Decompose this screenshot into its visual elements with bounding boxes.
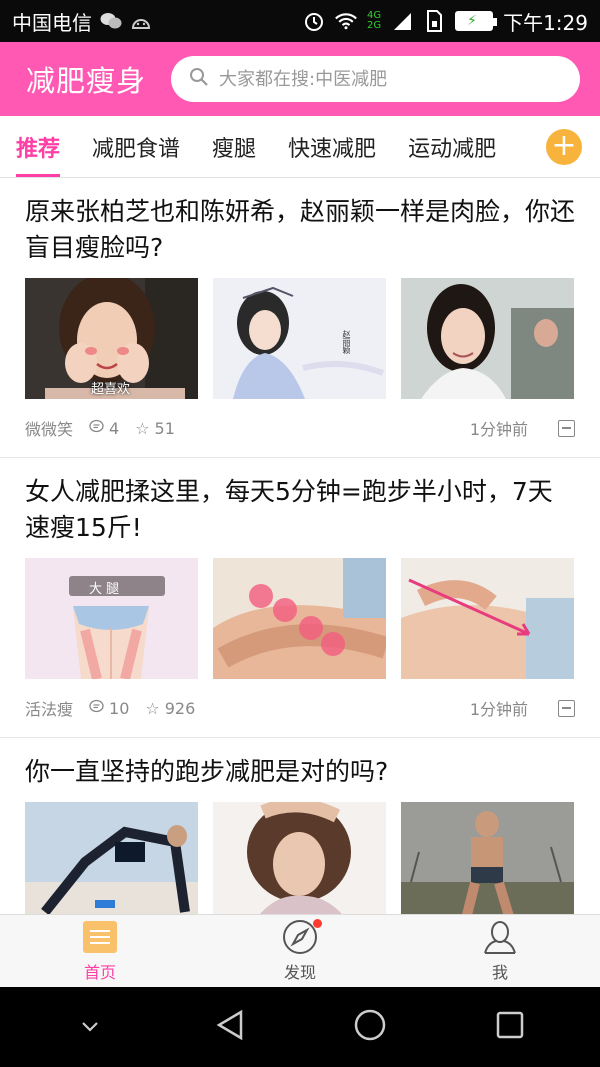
article-time: 1分钟前: [469, 420, 528, 439]
article-meta: 微微笑 4 ☆ 51 1分钟前: [25, 399, 575, 457]
chevron-down-icon: [80, 1018, 100, 1037]
star-icon: ☆: [135, 418, 150, 438]
article-image[interactable]: [213, 802, 386, 914]
notification-dot: [313, 919, 322, 928]
comment-icon: [89, 699, 104, 718]
article-image[interactable]: [213, 558, 386, 679]
add-category-button[interactable]: +: [546, 128, 582, 165]
app-title: 减肥瘦身: [26, 64, 147, 98]
carrier-name: 中国电信: [12, 10, 92, 35]
tabs-more-area: +: [520, 116, 600, 177]
article-thumbnails: 大 腿: [25, 558, 575, 679]
article-image[interactable]: 赵丽颖: [213, 278, 386, 399]
comment-count-value: 10: [109, 698, 130, 718]
favorite-count: ☆ 51: [135, 419, 175, 438]
tab-exercise-weight-loss[interactable]: 运动减肥: [392, 116, 512, 177]
system-navigation-bar: [0, 987, 600, 1067]
image-caption: 赵丽颖: [342, 330, 351, 354]
comment-icon: [89, 419, 104, 438]
app-header: 减肥瘦身: [0, 42, 600, 116]
category-tabs: 推荐 减肥食谱 瘦腿 快速减肥 运动减肥 +: [0, 116, 600, 178]
article-feed[interactable]: 原来张柏芝也和陈妍希，赵丽颖一样是肉脸，你还盲目瘦脸吗? 超喜欢 赵丽颖 微微笑…: [0, 178, 600, 914]
status-right: 4G 2G ⚡ 下午1:29: [303, 7, 588, 36]
image-caption: 大 腿: [89, 582, 120, 597]
clock: 下午1:29: [503, 10, 588, 35]
dismiss-article-button[interactable]: [558, 699, 575, 717]
search-bar[interactable]: [171, 56, 580, 102]
article-card[interactable]: 女人减肥揉这里，每天5分钟=跑步半小时，7天速瘦15斤! 大 腿 活法瘦 10 …: [0, 458, 600, 738]
article-image[interactable]: [401, 802, 574, 914]
article-source: 微微笑: [25, 420, 74, 439]
article-meta: 活法瘦 10 ☆ 926 1分钟前: [25, 679, 575, 737]
article-time: 1分钟前: [469, 700, 528, 719]
search-input[interactable]: [219, 68, 562, 90]
favorite-count-value: 51: [154, 418, 175, 438]
nav-home[interactable]: 首页: [0, 915, 200, 987]
status-bar: 中国电信 4G 2G ⚡ 下午1:29: [0, 0, 600, 42]
nav-me[interactable]: 我: [400, 915, 600, 987]
article-source: 活法瘦: [25, 700, 74, 719]
favorite-count-value: 926: [164, 698, 196, 718]
network-type: 4G 2G: [367, 11, 381, 31]
nav-home-label: 首页: [83, 963, 116, 982]
wechat-icon: [100, 10, 122, 32]
favorite-count: ☆ 926: [145, 699, 195, 718]
article-title[interactable]: 原来张柏芝也和陈妍希，赵丽颖一样是肉脸，你还盲目瘦脸吗?: [25, 178, 575, 266]
sim-icon: [423, 10, 445, 32]
article-thumbnails: 超喜欢 赵丽颖: [25, 278, 575, 399]
carrier-group: 中国电信: [12, 7, 152, 36]
android-icon: [130, 10, 152, 32]
recents-square-icon: [495, 1010, 525, 1044]
tab-recommended[interactable]: 推荐: [0, 116, 76, 177]
article-title[interactable]: 女人减肥揉这里，每天5分钟=跑步半小时，7天速瘦15斤!: [25, 458, 575, 546]
article-image[interactable]: [401, 558, 574, 679]
signal-icon: [391, 10, 413, 32]
nav-discover[interactable]: 发现: [200, 915, 400, 987]
back-triangle-icon: [215, 1009, 245, 1045]
home-circle-icon: [353, 1008, 387, 1046]
article-image[interactable]: [401, 278, 574, 399]
article-card[interactable]: 你一直坚持的跑步减肥是对的吗?: [0, 738, 600, 914]
image-caption: 超喜欢: [91, 382, 131, 397]
dismiss-article-button[interactable]: [558, 419, 575, 437]
tab-diet-recipes[interactable]: 减肥食谱: [76, 116, 196, 177]
battery-icon: ⚡: [455, 11, 498, 31]
bottom-navigation: 首页 发现 我: [0, 914, 600, 987]
article-image[interactable]: 大 腿: [25, 558, 198, 679]
tab-fast-weight-loss[interactable]: 快速减肥: [272, 116, 392, 177]
star-icon: ☆: [145, 698, 160, 718]
comment-count: 10: [89, 699, 129, 718]
search-icon: [189, 67, 209, 91]
nav-discover-label: 发现: [283, 963, 316, 982]
article-title[interactable]: 你一直坚持的跑步减肥是对的吗?: [25, 738, 575, 790]
recents-button[interactable]: [480, 997, 540, 1057]
compass-icon: [282, 919, 322, 955]
wifi-icon: [335, 10, 357, 32]
article-thumbnails: [25, 802, 575, 914]
article-image[interactable]: [25, 802, 198, 914]
alarm-icon: [303, 10, 325, 32]
person-icon: [482, 919, 518, 955]
net-2g-label: 2G: [366, 20, 382, 31]
tab-slim-legs[interactable]: 瘦腿: [196, 116, 272, 177]
article-image[interactable]: 超喜欢: [25, 278, 198, 399]
hide-nav-button[interactable]: [60, 997, 120, 1057]
back-button[interactable]: [200, 997, 260, 1057]
nav-me-label: 我: [491, 963, 508, 982]
article-card[interactable]: 原来张柏芝也和陈妍希，赵丽颖一样是肉脸，你还盲目瘦脸吗? 超喜欢 赵丽颖 微微笑…: [0, 178, 600, 458]
home-button[interactable]: [340, 997, 400, 1057]
comment-count-value: 4: [109, 418, 120, 438]
comment-count: 4: [89, 419, 119, 438]
home-list-icon: [82, 919, 118, 955]
